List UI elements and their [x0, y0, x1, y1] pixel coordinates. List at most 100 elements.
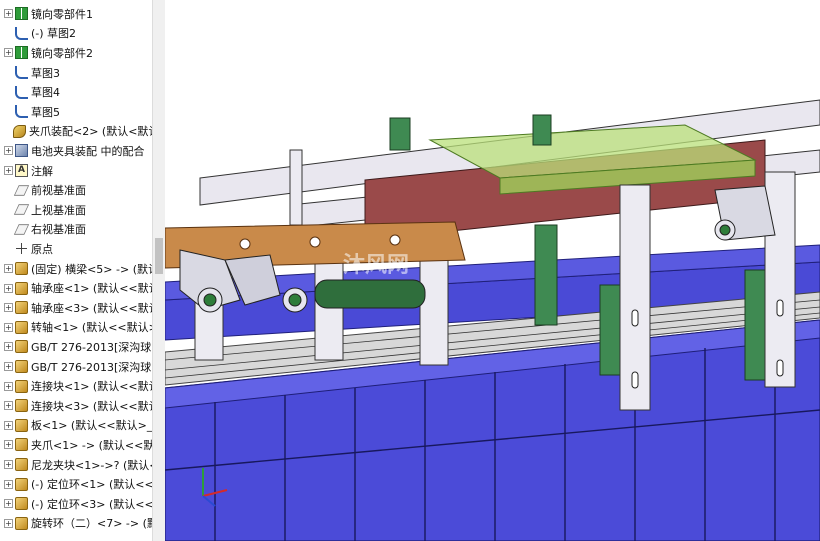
tree-item[interactable]: + A 注解 — [0, 161, 152, 181]
expand-toggle-icon[interactable]: + — [4, 440, 13, 450]
tree-item-label: 草图4 — [31, 86, 60, 100]
plane-icon — [13, 224, 30, 235]
part-icon — [15, 477, 28, 491]
expand-toggle-icon[interactable]: + — [4, 322, 13, 332]
white-post-2 — [764, 171, 796, 388]
tree-item[interactable]: + 轴承座<1> (默认<<默认 — [0, 278, 152, 298]
cylinder-rod — [289, 149, 303, 226]
green-post-2 — [599, 284, 623, 376]
solidworks-window: + 镜向零部件1 (-) 草图2 + 镜向零部件2 草图3 草图4 草图5 夹爪装配<2> (默… — [0, 0, 820, 541]
mates-icon — [15, 144, 28, 158]
tree-item-label: 夹爪装配<2> (默认<默认_ — [29, 125, 152, 139]
tree-item[interactable]: + GB/T 276-2013[深沟球 — [0, 337, 152, 357]
expand-toggle-icon[interactable]: + — [4, 48, 13, 58]
expand-toggle-icon[interactable]: + — [4, 303, 13, 313]
sketch-icon — [15, 66, 28, 80]
expand-toggle-icon[interactable]: + — [4, 401, 13, 411]
sketch-icon — [15, 26, 28, 40]
green-post-1 — [534, 224, 558, 326]
tree-item[interactable]: + 转轴<1> (默认<<默认>_ — [0, 318, 152, 338]
tree-item[interactable]: 右视基准面 — [0, 220, 152, 240]
tree-item-label: (-) 定位环<3> (默认<< — [31, 497, 152, 511]
tree-item[interactable]: 前视基准面 — [0, 180, 152, 200]
tree-item[interactable]: + 尼龙夹块<1>->? (默认< — [0, 455, 152, 475]
tree-item[interactable]: 草图3 — [0, 63, 152, 83]
tree-item[interactable]: + 镜向零部件2 — [0, 43, 152, 63]
tree-item-label: 上视基准面 — [31, 203, 86, 217]
tree-item-label: 连接块<3> (默认<<默认 — [31, 399, 152, 413]
gripper-mechanism-right — [714, 185, 776, 241]
expand-toggle-icon[interactable]: + — [4, 283, 13, 293]
part-icon — [15, 360, 28, 374]
mirror-components-icon — [15, 7, 28, 21]
part-icon — [15, 497, 28, 511]
tree-item-label: 镜向零部件2 — [31, 46, 93, 60]
mirror-components-icon — [15, 46, 28, 60]
tree-item[interactable]: 草图5 — [0, 102, 152, 122]
tree-item-label: 镜向零部件1 — [31, 7, 93, 21]
tree-item-label: GB/T 276-2013[深沟球 — [31, 360, 152, 374]
tree-item-label: 右视基准面 — [31, 223, 86, 237]
expand-toggle-icon[interactable]: + — [4, 9, 13, 19]
tree-scrollbar[interactable] — [152, 0, 165, 541]
scrollbar-thumb[interactable] — [155, 238, 163, 274]
expand-toggle-icon[interactable]: + — [4, 342, 13, 352]
tree-item[interactable]: 夹爪装配<2> (默认<默认_ — [0, 122, 152, 142]
tree-item-label: 轴承座<1> (默认<<默认 — [31, 282, 152, 296]
tree-item[interactable]: + (固定) 横梁<5> -> (默认 — [0, 259, 152, 279]
part-icon — [15, 516, 28, 530]
feature-manager-tree[interactable]: + 镜向零部件1 (-) 草图2 + 镜向零部件2 草图3 草图4 草图5 夹爪装配<2> (默… — [0, 0, 152, 541]
tree-item[interactable]: + 连接块<3> (默认<<默认 — [0, 396, 152, 416]
tree-item[interactable]: 草图4 — [0, 82, 152, 102]
tree-item[interactable]: + 电池夹具装配 中的配合 — [0, 141, 152, 161]
tree-item[interactable]: (-) 草图2 — [0, 24, 152, 44]
tree-item[interactable]: + 连接块<1> (默认<<默认 — [0, 376, 152, 396]
part-icon — [15, 418, 28, 432]
tree-item-label: (-) 草图2 — [31, 27, 77, 41]
tree-item[interactable]: + 板<1> (默认<<默认>_ — [0, 416, 152, 436]
origin-icon — [15, 242, 28, 255]
expand-toggle-icon[interactable]: + — [4, 518, 13, 528]
part-icon — [15, 438, 28, 452]
cad-model-render: 沐风网 — [165, 99, 820, 541]
expand-toggle-icon[interactable]: + — [4, 499, 13, 509]
tree-item[interactable]: 上视基准面 — [0, 200, 152, 220]
tree-item-label: 连接块<1> (默认<<默认 — [31, 380, 152, 394]
tree-item-label: 电池夹具装配 中的配合 — [31, 144, 145, 158]
tree-item[interactable]: + 旋转环（二）<7> -> (默 — [0, 514, 152, 534]
tree-item[interactable]: + 镜向零部件1 — [0, 4, 152, 24]
part-icon — [15, 399, 28, 413]
tree-item[interactable]: + (-) 定位环<1> (默认<< — [0, 474, 152, 494]
plane-icon — [13, 204, 30, 215]
expand-toggle-icon[interactable]: + — [4, 166, 13, 176]
tree-item[interactable]: + (-) 定位环<3> (默认<< — [0, 494, 152, 514]
expand-toggle-icon[interactable]: + — [4, 381, 13, 391]
tree-item[interactable]: 原点 — [0, 239, 152, 259]
part-icon — [15, 262, 28, 276]
annotations-icon: A — [15, 164, 28, 178]
tree-item[interactable]: + GB/T 276-2013[深沟球 — [0, 357, 152, 377]
tree-item-label: 板<1> (默认<<默认>_ — [31, 419, 152, 433]
tree-item-label: 旋转环（二）<7> -> (默 — [31, 517, 152, 531]
expand-toggle-icon[interactable]: + — [4, 479, 13, 489]
tree-item[interactable]: + 夹爪<1> -> (默认<<默认 — [0, 435, 152, 455]
tree-item[interactable]: + 轴承座<3> (默认<<默认 — [0, 298, 152, 318]
graphics-viewport[interactable]: 沐风网 — [165, 0, 820, 541]
sketch-icon — [15, 105, 28, 119]
tree-item-label: 草图3 — [31, 66, 60, 80]
white-post-5 — [419, 254, 449, 366]
watermark-text: 沐风网 — [343, 253, 409, 278]
expand-toggle-icon[interactable]: + — [4, 420, 13, 430]
green-bracket-1 — [389, 117, 411, 151]
tree-item-label: GB/T 276-2013[深沟球 — [31, 340, 152, 354]
tree-item-label: 转轴<1> (默认<<默认>_ — [31, 321, 152, 335]
expand-toggle-icon[interactable]: + — [4, 460, 13, 470]
part-icon — [15, 340, 28, 354]
sketch-icon — [15, 85, 28, 99]
expand-toggle-icon[interactable]: + — [4, 146, 13, 156]
expand-toggle-icon[interactable]: + — [4, 362, 13, 372]
part-icon — [15, 320, 28, 334]
part-icon — [15, 281, 28, 295]
expand-toggle-icon[interactable]: + — [4, 264, 13, 274]
tree-item-label: 草图5 — [31, 105, 60, 119]
